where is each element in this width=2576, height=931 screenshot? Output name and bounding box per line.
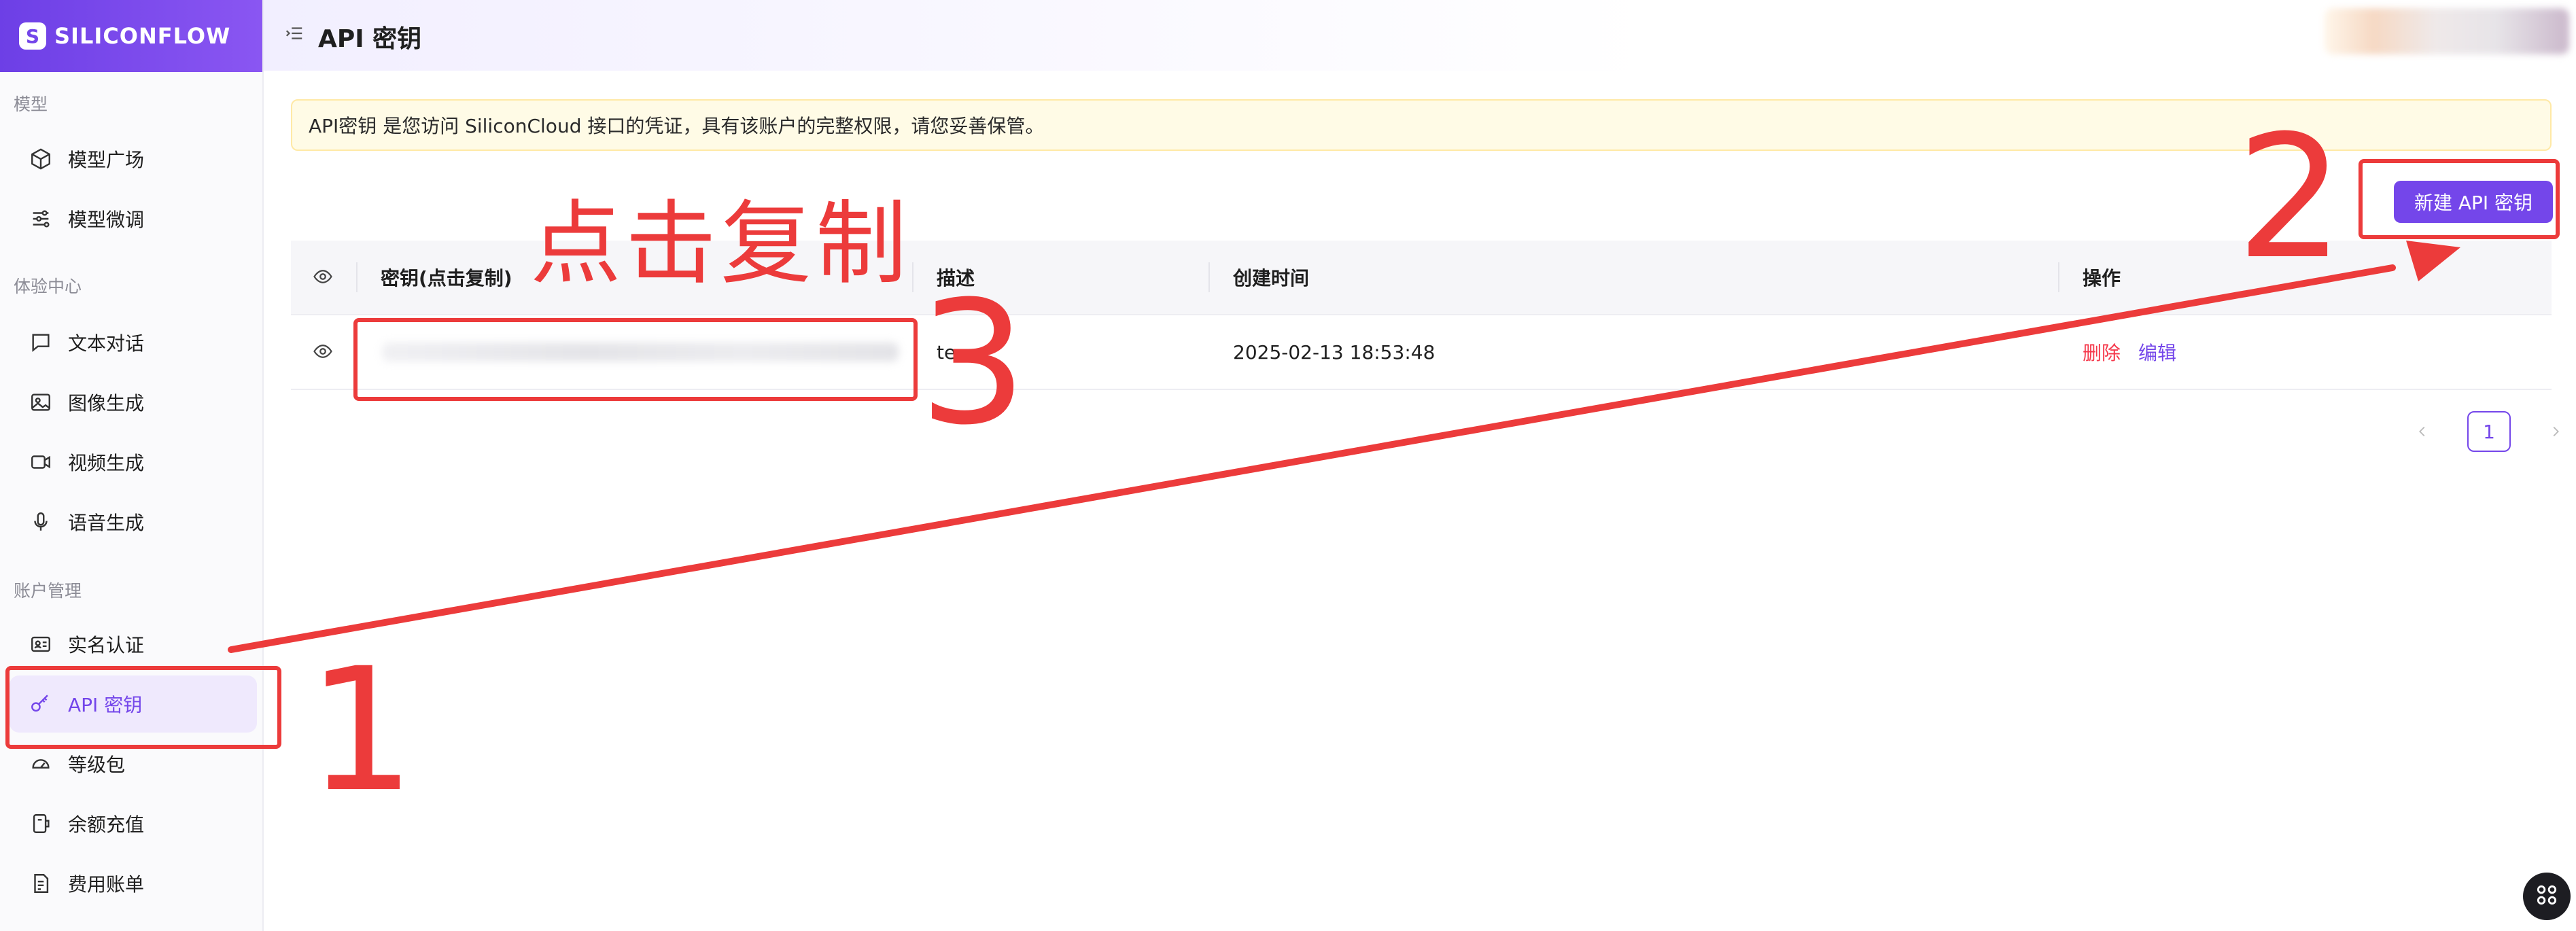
sidebar-item-label: 文本对话 (68, 332, 145, 355)
column-header-created-time: 创建时间 (1233, 267, 1310, 289)
column-divider (1208, 262, 1210, 292)
next-page-icon[interactable] (2542, 410, 2569, 453)
sidebar-item-label: 实名认证 (68, 634, 145, 656)
row-created-time: 2025-02-13 18:53:48 (1233, 340, 1435, 364)
sidebar-item-video-gen[interactable]: 视频生成 (10, 434, 257, 491)
wallet-icon (29, 811, 53, 836)
annotation-copy-hint: 点击复制 (530, 191, 911, 297)
column-header-key: 密钥(点击复制) (381, 267, 512, 289)
delete-key-link[interactable]: 删除 (2083, 342, 2121, 364)
prev-page-icon[interactable] (2409, 410, 2436, 453)
siliconflow-logo-icon: S (19, 22, 46, 50)
sidebar-item-verification[interactable]: 实名认证 (10, 616, 257, 673)
annotation-box-step1 (5, 666, 281, 749)
annotation-box-step2 (2359, 159, 2560, 239)
section-label-models: 模型 (14, 94, 48, 114)
sidebar-item-label: 语音生成 (68, 512, 145, 534)
annotation-step-number-2: 2 (2236, 99, 2345, 296)
annotation-box-step3 (353, 318, 918, 401)
page-title: API 密钥 (318, 25, 422, 53)
api-key-notice: API密钥 是您访问 SiliconCloud 接口的凭证，具有该账户的完整权限… (291, 99, 2552, 151)
sidebar-item-fine-tune[interactable]: 模型微调 (10, 190, 257, 247)
edit-key-link[interactable]: 编辑 (2138, 342, 2176, 364)
sidebar-item-text-chat[interactable]: 文本对话 (10, 314, 257, 371)
video-icon (29, 450, 53, 474)
microphone-icon (29, 510, 53, 534)
floating-menu-button[interactable] (2523, 873, 2571, 920)
section-label-playground: 体验中心 (14, 277, 82, 296)
column-divider (356, 262, 358, 292)
sidebar-item-voice-gen[interactable]: 语音生成 (10, 493, 257, 550)
sidebar-item-label: 余额充值 (68, 813, 145, 836)
brand-logo[interactable]: S SILICONFLOW (0, 0, 262, 72)
sidebar-item-label: 等级包 (68, 754, 126, 776)
gauge-icon (29, 752, 53, 776)
sidebar-item-label: 费用账单 (68, 873, 145, 896)
top-bar: API 密钥 (264, 0, 2576, 71)
column-header-actions: 操作 (2083, 267, 2121, 289)
sidebar-item-label: 视频生成 (68, 452, 145, 474)
column-divider (912, 262, 913, 292)
eye-icon[interactable] (313, 266, 334, 288)
annotation-step-number-1: 1 (307, 631, 416, 829)
cube-icon (29, 147, 53, 171)
sidebar-item-label: 模型广场 (68, 149, 145, 171)
page-number-current[interactable]: 1 (2467, 411, 2511, 452)
column-divider (2058, 262, 2059, 292)
image-icon (29, 390, 53, 415)
chat-icon (29, 330, 53, 355)
section-label-account: 账户管理 (14, 581, 82, 601)
bill-icon (29, 871, 53, 896)
sidebar-item-label: 模型微调 (68, 209, 145, 231)
grid-command-icon (2534, 882, 2560, 911)
brand-name: SILICONFLOW (54, 23, 231, 49)
user-profile-blurred[interactable] (2325, 8, 2569, 54)
sidebar: S SILICONFLOW 模型 模型广场 模型微调 体验中心 文本对话 图像生… (0, 0, 264, 931)
notice-text: API密钥 是您访问 SiliconCloud 接口的凭证，具有该账户的完整权限… (309, 115, 1045, 137)
sidebar-item-billing[interactable]: 费用账单 (10, 855, 257, 912)
sidebar-item-image-gen[interactable]: 图像生成 (10, 374, 257, 431)
sidebar-item-recharge[interactable]: 余额充值 (10, 795, 257, 852)
menu-fold-icon[interactable] (284, 23, 307, 46)
eye-icon[interactable] (313, 341, 334, 363)
sliders-icon (29, 207, 53, 231)
annotation-step-number-3: 3 (919, 264, 1028, 462)
row-actions: 删除 编辑 (2083, 338, 2176, 366)
sidebar-item-label: 图像生成 (68, 392, 145, 415)
pagination: 1 (2409, 410, 2569, 453)
id-card-icon (29, 632, 53, 656)
sidebar-item-model-square[interactable]: 模型广场 (10, 130, 257, 188)
